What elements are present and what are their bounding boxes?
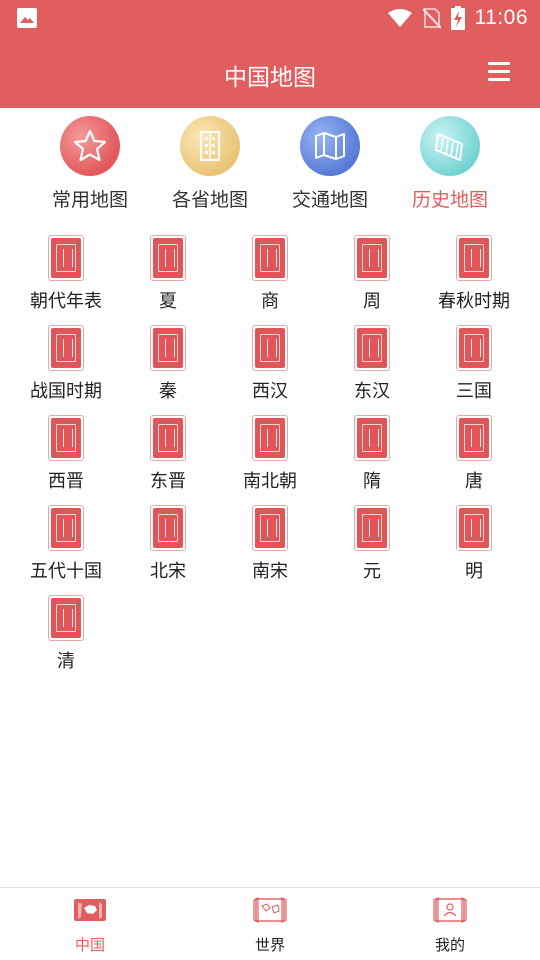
dynasty-item[interactable]: 西汉	[219, 322, 321, 412]
seal-icon	[354, 505, 390, 551]
seal-icon	[354, 325, 390, 371]
profile-icon	[433, 897, 467, 923]
folded-map-icon	[300, 116, 360, 176]
dynasty-item[interactable]: 三国	[423, 322, 525, 412]
dynasty-label: 元	[363, 561, 381, 582]
dynasty-label: 夏	[159, 291, 177, 312]
battery-charging-icon	[450, 6, 465, 30]
status-time: 11:06	[474, 6, 528, 29]
category-label: 交通地图	[291, 189, 368, 211]
page-title: 中国地图	[224, 65, 316, 91]
category-common-maps[interactable]: 常用地图	[30, 116, 150, 212]
seal-icon	[150, 325, 186, 371]
category-traffic-maps[interactable]: 交通地图	[270, 116, 390, 212]
building-icon	[180, 116, 240, 176]
category-label: 各省地图	[171, 189, 248, 211]
seal-icon	[48, 595, 84, 641]
seal-icon	[354, 415, 390, 461]
dynasty-item[interactable]: 东汉	[321, 322, 423, 412]
dynasty-item[interactable]: 唐	[423, 412, 525, 502]
dynasty-label: 春秋时期	[438, 291, 510, 312]
dynasty-item[interactable]: 南北朝	[219, 412, 321, 502]
dynasty-item[interactable]: 元	[321, 502, 423, 592]
category-province-maps[interactable]: 各省地图	[150, 116, 270, 212]
seal-icon	[48, 415, 84, 461]
dynasty-item[interactable]: 夏	[117, 232, 219, 322]
dynasty-item[interactable]: 五代十国	[15, 502, 117, 592]
dynasty-item[interactable]: 清	[15, 592, 117, 682]
scroll-icon	[420, 116, 480, 176]
seal-icon	[354, 235, 390, 281]
tab-mine[interactable]: 我的	[390, 896, 510, 955]
dynasty-label: 西晋	[48, 471, 84, 492]
bottom-navigation: 中国 世界 我的	[0, 887, 540, 960]
seal-icon	[252, 505, 288, 551]
dynasty-label: 唐	[465, 471, 483, 492]
dynasty-label: 清	[57, 651, 75, 672]
status-bar: 11:06	[0, 0, 540, 36]
seal-icon	[252, 235, 288, 281]
dynasty-item[interactable]: 周	[321, 232, 423, 322]
dynasty-item[interactable]: 秦	[117, 322, 219, 412]
tab-label: 我的	[434, 936, 465, 954]
dynasty-item[interactable]: 东晋	[117, 412, 219, 502]
dynasty-label: 商	[261, 291, 279, 312]
dynasty-label: 五代十国	[30, 561, 102, 582]
category-history-maps[interactable]: 历史地图	[390, 116, 510, 212]
dynasty-label: 周	[363, 291, 381, 312]
dynasty-label: 东晋	[150, 471, 186, 492]
seal-icon	[456, 505, 492, 551]
dynasty-label: 北宋	[150, 561, 186, 582]
dynasty-item[interactable]: 隋	[321, 412, 423, 502]
dynasty-label: 东汉	[354, 381, 390, 402]
seal-icon	[456, 415, 492, 461]
tab-label: 世界	[254, 936, 285, 954]
seal-icon	[456, 235, 492, 281]
dynasty-label: 朝代年表	[30, 291, 102, 312]
dynasty-item[interactable]: 西晋	[15, 412, 117, 502]
seal-icon	[252, 325, 288, 371]
dynasty-label: 南宋	[252, 561, 288, 582]
tab-world[interactable]: 世界	[210, 896, 330, 955]
category-label: 历史地图	[411, 189, 488, 211]
dynasty-item[interactable]: 北宋	[117, 502, 219, 592]
category-label: 常用地图	[51, 189, 128, 211]
seal-icon	[48, 325, 84, 371]
world-map-icon	[253, 897, 287, 923]
menu-icon[interactable]	[488, 60, 510, 82]
dynasty-label: 南北朝	[243, 471, 297, 492]
dynasty-item[interactable]: 朝代年表	[15, 232, 117, 322]
dynasty-item[interactable]: 明	[423, 502, 525, 592]
seal-icon	[150, 505, 186, 551]
dynasty-label: 西汉	[252, 381, 288, 402]
seal-icon	[456, 325, 492, 371]
tab-label: 中国	[74, 936, 105, 954]
wifi-icon	[387, 9, 412, 27]
seal-icon	[252, 415, 288, 461]
dynasty-label: 战国时期	[30, 381, 102, 402]
dynasty-item[interactable]: 战国时期	[15, 322, 117, 412]
seal-icon	[150, 415, 186, 461]
dynasty-label: 三国	[456, 381, 492, 402]
dynasty-label: 明	[465, 561, 483, 582]
seal-icon	[48, 235, 84, 281]
dynasty-item[interactable]: 南宋	[219, 502, 321, 592]
app-bar: 中国地图	[0, 36, 540, 108]
image-icon	[17, 8, 37, 28]
no-sim-icon	[422, 8, 441, 29]
tab-china[interactable]: 中国	[30, 896, 150, 955]
dynasty-label: 秦	[159, 381, 177, 402]
map-category-row: 常用地图 各省地图 交通地图 历史地图	[0, 108, 540, 218]
china-map-icon	[74, 899, 106, 921]
seal-icon	[150, 235, 186, 281]
seal-icon	[48, 505, 84, 551]
dynasty-label: 隋	[363, 471, 381, 492]
dynasty-item[interactable]: 商	[219, 232, 321, 322]
star-icon	[60, 116, 120, 176]
dynasty-item[interactable]: 春秋时期	[423, 232, 525, 322]
